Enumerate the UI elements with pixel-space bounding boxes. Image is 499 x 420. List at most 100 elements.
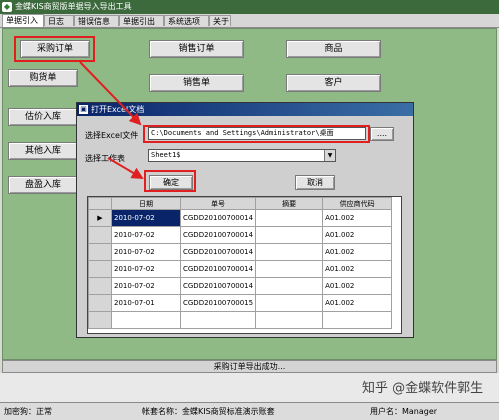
browse-label: .... bbox=[376, 129, 388, 138]
cancel-button[interactable]: 取消 bbox=[295, 175, 335, 190]
tab-log[interactable]: 日志 bbox=[44, 15, 74, 26]
table-row[interactable]: 2010-07-01 CGDD20100700015 A01.002 bbox=[88, 294, 393, 312]
browse-button[interactable]: .... bbox=[370, 127, 394, 141]
purchase-order-label: 采购订单 bbox=[36, 44, 73, 54]
cell-supplier[interactable]: A01.002 bbox=[322, 260, 393, 278]
purchase-receipt-button[interactable]: 购货单 bbox=[8, 69, 78, 87]
cell-summary[interactable] bbox=[255, 260, 324, 278]
tab-bar: 单据引入 日志 错误信息 单据引出 系统选项 关于 bbox=[0, 14, 499, 28]
file-path-field[interactable]: C:\Documents and Settings\Administrator\… bbox=[148, 127, 366, 140]
cell-number[interactable]: CGDD20100700014 bbox=[179, 226, 257, 244]
preview-table: 日期 单号 摘要 供应商代码 ▶ 2010-07-02 CGDD2010070001… bbox=[88, 197, 393, 329]
cell-date[interactable]: 2010-07-02 bbox=[111, 226, 181, 244]
tab-about[interactable]: 关于 bbox=[209, 15, 231, 26]
row-indicator[interactable] bbox=[88, 260, 112, 278]
purchase-receipt-label: 购货单 bbox=[29, 73, 57, 83]
empty-row bbox=[88, 311, 393, 329]
surplus-in-button[interactable]: 盘盈入库 bbox=[8, 176, 78, 194]
other-in-button[interactable]: 其他入库 bbox=[8, 142, 78, 160]
table-row[interactable]: 2010-07-02 CGDD20100700014 A01.002 bbox=[88, 260, 393, 278]
encryption-status: 加密狗：正常 bbox=[4, 407, 52, 416]
row-indicator-header bbox=[88, 197, 112, 210]
row-indicator[interactable] bbox=[88, 226, 112, 244]
cell-summary[interactable] bbox=[255, 277, 324, 295]
tab-errors[interactable]: 错误信息 bbox=[74, 15, 119, 26]
estimate-in-label: 估价入库 bbox=[24, 112, 61, 122]
cell-date[interactable]: 2010-07-02 bbox=[111, 277, 181, 295]
table-row[interactable]: ▶ 2010-07-02 CGDD20100700014 A01.002 bbox=[88, 209, 393, 227]
col-header-number[interactable]: 单号 bbox=[179, 197, 257, 210]
cell-date[interactable]: 2010-07-01 bbox=[111, 294, 181, 312]
cell-summary[interactable] bbox=[255, 209, 324, 227]
surplus-in-label: 盘盈入库 bbox=[24, 180, 61, 190]
empty-cell bbox=[88, 311, 112, 329]
estimate-in-button[interactable]: 估价入库 bbox=[8, 108, 78, 126]
sheet-select[interactable]: Sheet1$ ▼ bbox=[148, 149, 336, 162]
sheet-label: 选择工作表 bbox=[85, 154, 125, 163]
dialog-title-bar: ▣ 打开Excel文档 bbox=[77, 103, 413, 116]
cell-number[interactable]: CGDD20100700014 bbox=[179, 277, 257, 295]
customer-button[interactable]: 客户 bbox=[286, 74, 381, 92]
excel-icon: ▣ bbox=[79, 105, 88, 114]
status-message: 采购订单导出成功... bbox=[213, 362, 286, 371]
account-name: 帐套名称：金蝶KIS商贸标准演示账套 bbox=[142, 407, 275, 416]
tab-import[interactable]: 单据引入 bbox=[2, 14, 44, 27]
empty-cell bbox=[111, 311, 181, 329]
chevron-down-icon[interactable]: ▼ bbox=[324, 150, 335, 161]
preview-grid[interactable]: 日期 单号 摘要 供应商代码 ▶ 2010-07-02 CGDD2010070001… bbox=[87, 196, 402, 334]
empty-cell bbox=[179, 311, 257, 329]
col-header-summary[interactable]: 摘要 bbox=[255, 197, 324, 210]
window-title: 金蝶KIS商贸版单据导入导出工具 bbox=[15, 2, 132, 11]
ok-label: 确定 bbox=[163, 178, 179, 187]
cell-supplier[interactable]: A01.002 bbox=[322, 226, 393, 244]
sales-order-button[interactable]: 销售订单 bbox=[149, 40, 244, 58]
title-bar: ◆ 金蝶KIS商贸版单据导入导出工具 bbox=[0, 0, 499, 14]
cell-summary[interactable] bbox=[255, 294, 324, 312]
current-row-indicator-icon[interactable]: ▶ bbox=[88, 209, 112, 227]
table-row[interactable]: 2010-07-02 CGDD20100700014 A01.002 bbox=[88, 226, 393, 244]
cell-supplier[interactable]: A01.002 bbox=[322, 209, 393, 227]
watermark: 知乎 @金蝶软件郭生 bbox=[362, 381, 484, 396]
sales-invoice-button[interactable]: 销售单 bbox=[149, 74, 244, 92]
other-in-label: 其他入库 bbox=[24, 146, 61, 156]
cell-date[interactable]: 2010-07-02 bbox=[111, 260, 181, 278]
open-excel-dialog: ▣ 打开Excel文档 选择Excel文件 C:\Documents and S… bbox=[76, 102, 414, 338]
col-header-date[interactable]: 日期 bbox=[111, 197, 181, 210]
cell-number[interactable]: CGDD20100700014 bbox=[179, 260, 257, 278]
row-indicator[interactable] bbox=[88, 294, 112, 312]
empty-cell bbox=[322, 311, 393, 329]
cell-supplier[interactable]: A01.002 bbox=[322, 277, 393, 295]
col-header-supplier[interactable]: 供应商代码 bbox=[322, 197, 393, 210]
user-name: 用户名：Manager bbox=[370, 407, 438, 416]
tab-export[interactable]: 单据引出 bbox=[119, 15, 164, 26]
purchase-order-button[interactable]: 采购订单 bbox=[20, 40, 90, 58]
product-button[interactable]: 商品 bbox=[286, 40, 381, 58]
cell-date[interactable]: 2010-07-02 bbox=[111, 243, 181, 261]
cancel-label: 取消 bbox=[307, 178, 323, 187]
file-label: 选择Excel文件 bbox=[85, 131, 139, 140]
cell-summary[interactable] bbox=[255, 226, 324, 244]
cell-summary[interactable] bbox=[255, 243, 324, 261]
cell-supplier[interactable]: A01.002 bbox=[322, 294, 393, 312]
cell-supplier[interactable]: A01.002 bbox=[322, 243, 393, 261]
tab-options[interactable]: 系统选项 bbox=[164, 15, 209, 26]
empty-cell bbox=[255, 311, 324, 329]
product-label: 商品 bbox=[324, 44, 343, 54]
dialog-title: 打开Excel文档 bbox=[91, 105, 145, 114]
footer-bar: 加密狗：正常 帐套名称：金蝶KIS商贸标准演示账套 用户名：Manager bbox=[0, 402, 499, 420]
table-row[interactable]: 2010-07-02 CGDD20100700014 A01.002 bbox=[88, 243, 393, 261]
cell-date[interactable]: 2010-07-02 bbox=[111, 209, 181, 227]
app-window: ◆ 金蝶KIS商贸版单据导入导出工具 单据引入 日志 错误信息 单据引出 系统选… bbox=[0, 0, 499, 420]
cell-number[interactable]: CGDD20100700014 bbox=[179, 243, 257, 261]
customer-label: 客户 bbox=[324, 78, 343, 88]
sheet-value: Sheet1$ bbox=[151, 151, 181, 159]
ok-button[interactable]: 确定 bbox=[149, 175, 193, 190]
cell-number[interactable]: CGDD20100700015 bbox=[179, 294, 257, 312]
sales-invoice-label: 销售单 bbox=[182, 78, 210, 88]
row-indicator[interactable] bbox=[88, 277, 112, 295]
row-indicator[interactable] bbox=[88, 243, 112, 261]
app-icon: ◆ bbox=[2, 2, 12, 12]
table-row[interactable]: 2010-07-02 CGDD20100700014 A01.002 bbox=[88, 277, 393, 295]
cell-number[interactable]: CGDD20100700014 bbox=[179, 209, 257, 227]
status-bar: 采购订单导出成功... bbox=[2, 360, 497, 373]
